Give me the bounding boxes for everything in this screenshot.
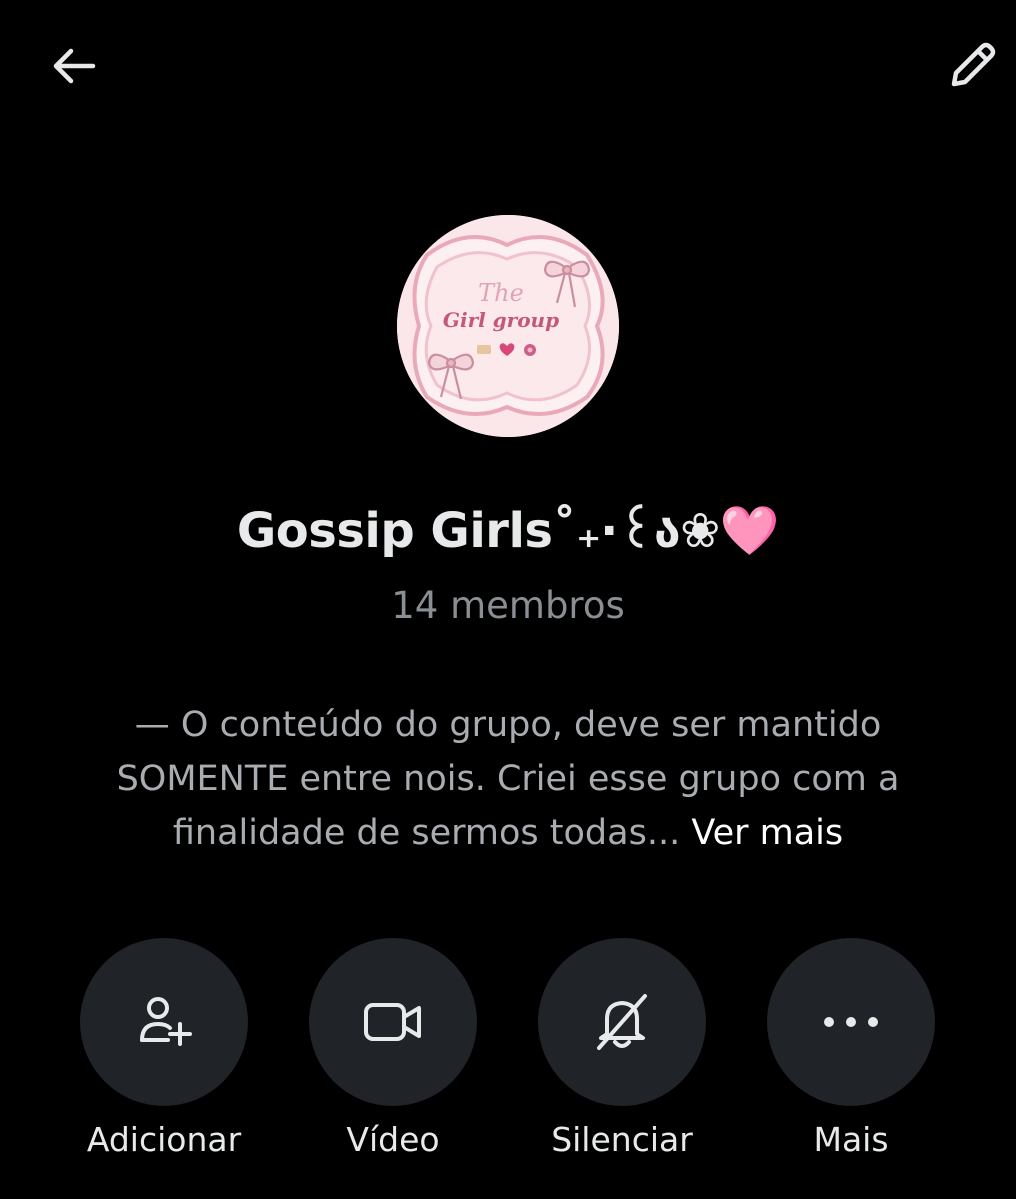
back-button[interactable] [38, 30, 110, 102]
member-count[interactable]: 14 membros [0, 584, 1016, 627]
add-label: Adicionar [86, 1120, 242, 1159]
video-button[interactable] [309, 938, 477, 1106]
mute-button[interactable] [538, 938, 706, 1106]
more-label: Mais [813, 1120, 889, 1159]
group-avatar[interactable]: The Girl group [397, 215, 619, 437]
bell-off-icon [597, 994, 647, 1050]
group-avatar-image: The Girl group [397, 215, 619, 437]
more-dots-icon [824, 1017, 878, 1027]
avatar-text-the: The [478, 279, 524, 307]
avatar-text-girl-group: Girl group [443, 308, 559, 332]
more-button[interactable] [767, 938, 935, 1106]
mute-label: Silenciar [551, 1120, 693, 1159]
more-action[interactable]: Mais [766, 938, 936, 1159]
mute-action[interactable]: Silenciar [537, 938, 707, 1159]
video-action[interactable]: Vídeo [308, 938, 478, 1159]
group-name: Gossip Girls˚₊‧꒰ა❀🩷 [236, 503, 780, 559]
video-label: Vídeo [346, 1120, 440, 1159]
add-button[interactable] [80, 938, 248, 1106]
edit-button[interactable] [936, 30, 1008, 102]
pencil-icon [951, 42, 996, 87]
group-description: — O conteúdo do grupo, deve ser mantido … [90, 698, 926, 860]
add-action[interactable]: Adicionar [79, 938, 249, 1159]
add-person-icon [140, 997, 192, 1046]
see-more-link[interactable]: Ver mais [691, 813, 843, 853]
arrow-left-icon [53, 48, 96, 84]
video-camera-icon [364, 1003, 421, 1041]
